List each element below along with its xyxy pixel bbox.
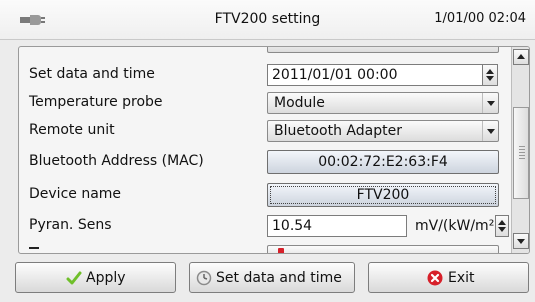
- chevron-down-icon[interactable]: [482, 93, 498, 113]
- device-label: Device name: [29, 186, 122, 202]
- pyran-input[interactable]: 10.54: [267, 215, 407, 237]
- spin-down-icon[interactable]: [486, 76, 494, 81]
- grip-icon: [519, 146, 525, 160]
- clock-display: 1/01/00 02:04: [434, 11, 526, 26]
- close-icon: [427, 270, 443, 286]
- vertical-scrollbar[interactable]: [511, 47, 529, 253]
- bt-address-button[interactable]: 00:02:72:E2:63:F4: [267, 150, 499, 174]
- arrow-down-icon: [517, 239, 525, 244]
- pyran-unit: mV/(kW/m²): [415, 218, 500, 234]
- clock-icon: [196, 270, 212, 286]
- probe-select[interactable]: Module: [267, 92, 499, 114]
- partial-next-label: [29, 247, 39, 250]
- spin-down-icon[interactable]: [498, 227, 506, 232]
- partial-hidden-field: [267, 47, 499, 53]
- datetime-input[interactable]: 2011/01/01 00:00: [267, 64, 483, 86]
- device-name-button[interactable]: FTV200: [267, 183, 499, 207]
- title-bar: FTV200 setting 1/01/00 02:04: [0, 0, 535, 40]
- arrow-up-icon: [517, 54, 525, 59]
- scroll-up-button[interactable]: [513, 49, 529, 65]
- datetime-label: Set data and time: [29, 66, 155, 82]
- apply-button[interactable]: Apply: [15, 262, 176, 293]
- partial-next-field: [267, 245, 499, 253]
- datetime-spinner[interactable]: [482, 64, 498, 86]
- bt-label: Bluetooth Address (MAC): [29, 153, 204, 169]
- set-time-button[interactable]: Set data and time: [189, 262, 355, 293]
- pyran-spinner[interactable]: [495, 215, 509, 237]
- spin-up-icon[interactable]: [486, 69, 494, 74]
- remote-label: Remote unit: [29, 122, 115, 138]
- exit-button[interactable]: Exit: [368, 262, 529, 293]
- remote-value: Bluetooth Adapter: [274, 123, 402, 139]
- scroll-down-button[interactable]: [513, 233, 529, 249]
- settings-panel: Set data and time 2011/01/01 00:00 Tempe…: [18, 46, 530, 254]
- spin-up-icon[interactable]: [498, 220, 506, 225]
- chevron-down-icon[interactable]: [482, 121, 498, 141]
- remote-select[interactable]: Bluetooth Adapter: [267, 120, 499, 142]
- scroll-thumb[interactable]: [513, 107, 529, 199]
- checkmark-icon: [66, 271, 82, 285]
- apply-label: Apply: [86, 270, 126, 286]
- flag-icon: [278, 248, 284, 253]
- probe-label: Temperature probe: [29, 94, 163, 110]
- exit-label: Exit: [448, 270, 475, 286]
- set-time-label: Set data and time: [216, 270, 342, 286]
- probe-value: Module: [274, 95, 325, 111]
- pyran-label: Pyran. Sens: [29, 217, 112, 233]
